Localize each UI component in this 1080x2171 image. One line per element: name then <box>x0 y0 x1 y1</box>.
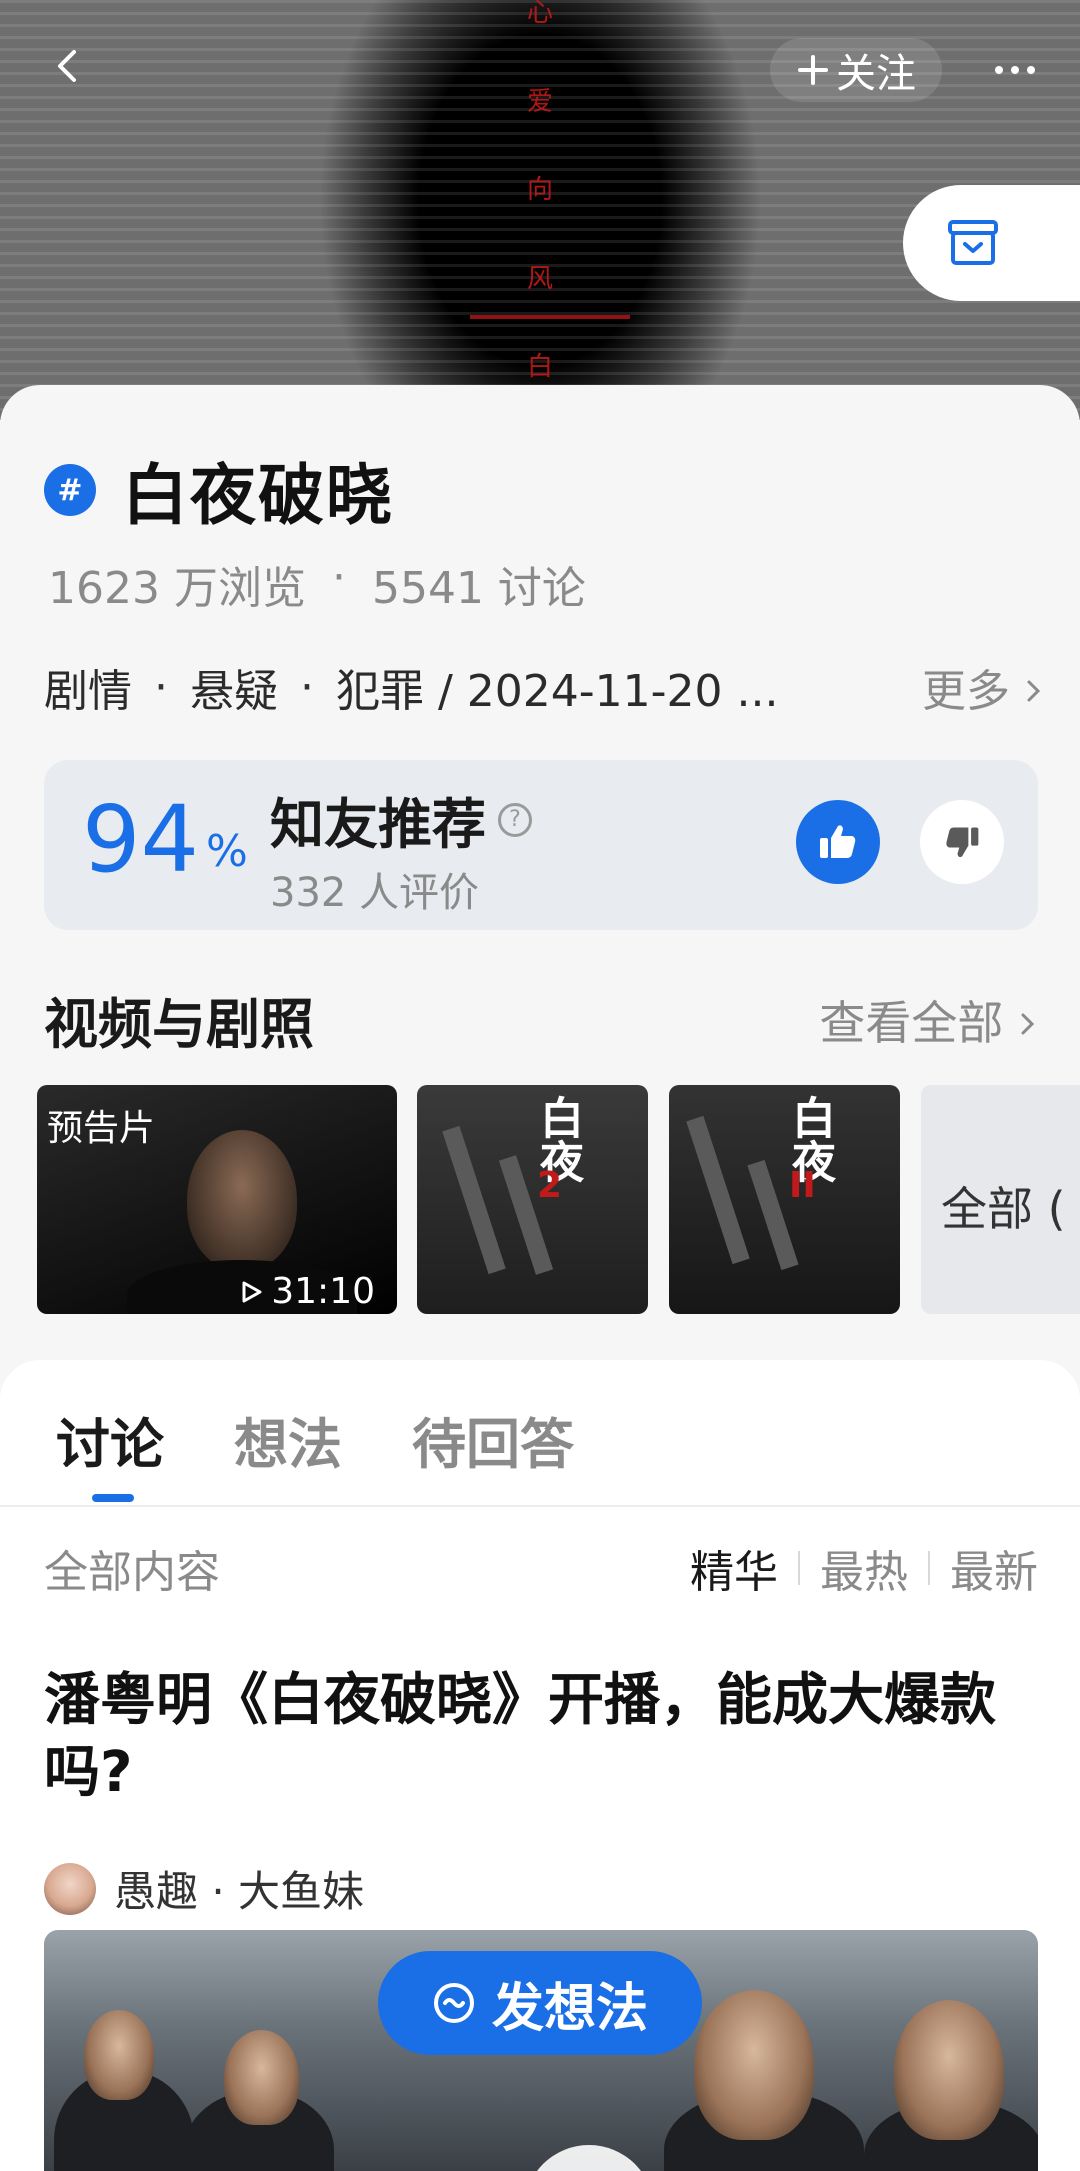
tab-discussion[interactable]: 讨论 <box>56 1400 164 1479</box>
thumb-up-icon <box>820 825 856 858</box>
post-idea-button[interactable]: 发想法 <box>378 1951 702 2055</box>
sort-divider <box>798 1551 800 1585</box>
back-arrow-icon <box>58 50 76 82</box>
tabs-divider <box>0 1505 1080 1507</box>
topic-hash-icon: # <box>44 464 96 516</box>
video-duration: 31:10 <box>241 1271 375 1312</box>
topic-title: 白夜破晓 <box>122 457 394 534</box>
topic-title-row: # 白夜破晓 <box>44 442 394 538</box>
hero-char: 向 <box>526 175 553 205</box>
tag: 犯罪 / 2024-11-20 ... <box>336 666 779 717</box>
post-idea-label: 发想法 <box>491 1978 648 2039</box>
follow-label: 关注 <box>836 51 916 97</box>
chevron-right-icon <box>1021 1013 1035 1034</box>
thumb-up-button[interactable] <box>796 800 880 884</box>
tag-separator: · <box>154 661 168 713</box>
stats-separator: · <box>331 552 346 603</box>
poster-thumb[interactable]: 白夜 2 <box>417 1085 648 1314</box>
sort-divider <box>928 1551 930 1585</box>
poster-number-art: 2 <box>537 1165 563 1206</box>
hero-char: 风 <box>526 263 553 294</box>
rating-label-text: 知友推荐 <box>270 793 486 856</box>
content-tabs: 讨论 想法 待回答 <box>56 1400 574 1479</box>
rating-percent: 94 <box>82 786 200 893</box>
video-duration-text: 31:10 <box>271 1271 375 1312</box>
idea-icon <box>433 1983 474 2023</box>
tags-more-link[interactable]: 更多 <box>922 655 1044 719</box>
hero-char: 心 <box>526 0 553 28</box>
plus-icon <box>798 55 828 85</box>
tab-pending-answers[interactable]: 待回答 <box>412 1400 574 1479</box>
views-count: 1623 万浏览 <box>48 563 306 614</box>
save-box-icon <box>948 220 998 265</box>
help-icon[interactable]: ? <box>498 802 532 837</box>
media-section-header: 视频与剧照 查看全部 <box>44 980 1038 1059</box>
tag: 悬疑 <box>190 666 278 717</box>
media-all-tile[interactable]: 全部 ( <box>921 1085 1080 1314</box>
view-all-link[interactable]: 查看全部 <box>819 987 1038 1053</box>
thumb-down-icon <box>946 827 979 858</box>
content-filter-bar: 全部内容 精华 最热 最新 <box>44 1536 1038 1600</box>
tag-separator: · <box>300 661 314 713</box>
sort-options: 精华 最热 最新 <box>690 1536 1038 1600</box>
trailer-video-thumb[interactable]: 预告片 31:10 <box>37 1085 397 1314</box>
hero-red-text: 心 爱 向 风 白 <box>520 0 560 380</box>
post-author[interactable]: 愚趣 · 大鱼妹 <box>44 1858 364 1919</box>
rating-box: 94 % 知友推荐 ? 332 人评价 <box>44 760 1038 930</box>
poster-number-art: II <box>789 1165 816 1206</box>
hero-char: 白 <box>526 352 553 382</box>
topic-stats: 1623 万浏览 · 5541 讨论 <box>48 552 586 616</box>
tag: 剧情 <box>44 666 132 717</box>
save-button[interactable] <box>903 185 1080 301</box>
chevron-right-icon <box>1027 680 1041 702</box>
back-button[interactable] <box>40 38 96 94</box>
poster-thumb[interactable]: 白夜 II <box>669 1085 900 1314</box>
media-all-label: 全部 ( <box>941 1182 1066 1236</box>
media-section-title: 视频与剧照 <box>44 993 314 1056</box>
avatar <box>44 1862 96 1915</box>
trailer-face <box>187 1130 297 1270</box>
author-name: 愚趣 · 大鱼妹 <box>114 1867 365 1916</box>
rating-count: 332 人评价 <box>270 870 480 916</box>
more-label: 更多 <box>922 666 1010 717</box>
video-type-tag: 预告片 <box>47 1108 156 1149</box>
thumb-down-button[interactable] <box>920 800 1004 884</box>
post-title[interactable]: 潘粤明《白夜破晓》开播，能成大爆款吗? <box>44 1665 1034 1808</box>
sort-featured[interactable]: 精华 <box>690 1536 778 1600</box>
filter-label[interactable]: 全部内容 <box>44 1536 220 1600</box>
rating-label: 知友推荐 ? <box>270 780 532 859</box>
follow-button[interactable]: 关注 <box>770 38 942 102</box>
hero-char: 爱 <box>526 86 553 117</box>
view-all-label: 查看全部 <box>819 995 1004 1050</box>
discussion-count: 5541 讨论 <box>371 563 586 614</box>
rating-percent-sign: % <box>206 826 248 877</box>
hero-red-bar <box>470 315 630 319</box>
genre-tags: 剧情 · 悬疑 · 犯罪 / 2024-11-20 ... 更多 <box>44 655 1044 719</box>
sort-hottest[interactable]: 最热 <box>820 1536 908 1600</box>
sort-newest[interactable]: 最新 <box>950 1536 1038 1600</box>
tab-ideas[interactable]: 想法 <box>234 1400 342 1479</box>
more-dots-icon[interactable] <box>980 42 1050 98</box>
active-tab-indicator <box>92 1494 134 1502</box>
play-button[interactable] <box>524 2145 654 2171</box>
play-triangle-icon <box>242 1281 262 1302</box>
